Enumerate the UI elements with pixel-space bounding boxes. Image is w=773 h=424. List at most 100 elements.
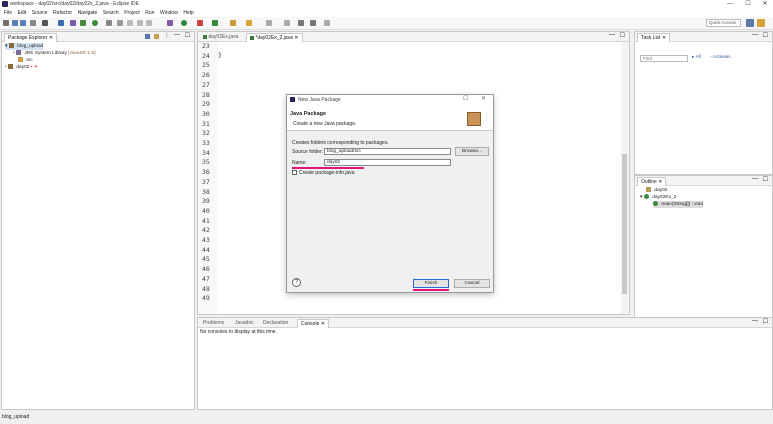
line-number: 48 bbox=[202, 284, 210, 293]
outline-item-package[interactable]: day02 bbox=[646, 187, 667, 194]
dialog-titlebar: New Java Package ☐ ✕ bbox=[287, 95, 493, 105]
maximize-view-icon[interactable]: ☐ bbox=[763, 318, 768, 325]
perspective-icon[interactable] bbox=[746, 19, 754, 27]
name-field[interactable]: day02 bbox=[324, 159, 451, 166]
run-last-icon[interactable] bbox=[181, 20, 187, 26]
code-text[interactable]: } bbox=[218, 51, 222, 59]
tree-item-jre[interactable]: › JRE System Library [JavaSE-1.8] bbox=[13, 50, 96, 57]
toggle-icon[interactable] bbox=[117, 20, 123, 26]
expand-icon[interactable]: ▾ bbox=[5, 43, 8, 49]
window-title: workspace - day02/src/day02/day02x_2.jav… bbox=[10, 1, 139, 7]
prev-annotation-icon[interactable] bbox=[284, 20, 290, 26]
view-menu-icon[interactable]: ⋮ bbox=[164, 32, 170, 39]
tree-item-project[interactable]: ▾ blog_upload bbox=[5, 43, 44, 50]
cancel-button[interactable]: Cancel bbox=[454, 279, 490, 288]
tab-package-explorer[interactable]: Package Explorer ✕ bbox=[4, 33, 58, 42]
menu-refactor[interactable]: Refactor bbox=[53, 9, 72, 17]
debug-skip-icon[interactable] bbox=[70, 20, 76, 26]
task-find-input[interactable]: Find bbox=[640, 55, 688, 62]
forward-icon[interactable] bbox=[310, 20, 316, 26]
java-perspective-icon[interactable] bbox=[757, 19, 765, 27]
menu-navigate[interactable]: Navigate bbox=[78, 9, 98, 17]
tab-task-list[interactable]: Task List ✕ bbox=[637, 33, 671, 42]
outline-item-class[interactable]: ▾ day02Ex_2 bbox=[640, 194, 676, 201]
menu-project[interactable]: Project bbox=[124, 9, 140, 17]
maximize-view-icon[interactable]: ☐ bbox=[763, 176, 768, 183]
package-info-checkbox[interactable] bbox=[292, 170, 297, 175]
run-icon[interactable] bbox=[92, 20, 98, 26]
line-number: 27 bbox=[202, 80, 210, 89]
collapse-icon[interactable]: › bbox=[13, 50, 15, 56]
source-folder-field[interactable]: blog_upload/src bbox=[324, 148, 451, 155]
collapse-icon[interactable]: › bbox=[5, 64, 7, 70]
tab-javadoc[interactable]: Javadoc bbox=[232, 319, 257, 328]
menu-source[interactable]: Source bbox=[32, 9, 48, 17]
eclipse-logo-icon bbox=[2, 1, 8, 7]
maximize-view-icon[interactable]: ☐ bbox=[185, 32, 190, 39]
tree-item-day02[interactable]: › day02 • ✕ bbox=[5, 64, 38, 71]
maximize-view-icon[interactable]: ☐ bbox=[763, 32, 768, 39]
menu-edit[interactable]: Edit bbox=[18, 9, 27, 17]
step-over-icon[interactable] bbox=[137, 20, 143, 26]
minimize-view-icon[interactable]: — bbox=[752, 318, 758, 324]
line-number: 26 bbox=[202, 71, 210, 80]
new-icon[interactable] bbox=[3, 20, 9, 26]
dialog-maximize-button[interactable]: ☐ bbox=[463, 95, 468, 102]
build-icon[interactable] bbox=[42, 20, 48, 26]
pin-icon[interactable] bbox=[324, 20, 330, 26]
task-all-link[interactable]: ▸ All bbox=[692, 55, 701, 60]
save-icon[interactable] bbox=[12, 20, 18, 26]
outline-item-method[interactable]: main(String[]) : void bbox=[653, 201, 703, 208]
editor-scrollbar[interactable] bbox=[621, 42, 629, 314]
close-button[interactable]: ✕ bbox=[757, 0, 773, 9]
tab-outline[interactable]: Outline ✕ bbox=[637, 177, 667, 186]
next-annotation-icon[interactable] bbox=[266, 20, 272, 26]
menu-file[interactable]: File bbox=[4, 9, 12, 17]
browse-button[interactable]: Browse... bbox=[455, 147, 489, 156]
task-activate-link[interactable]: ◦ Activate... bbox=[710, 55, 734, 60]
menu-window[interactable]: Window bbox=[160, 9, 178, 17]
minimize-view-icon[interactable]: — bbox=[752, 176, 758, 182]
tab-console[interactable]: Console ✕ bbox=[297, 319, 329, 328]
step-return-icon[interactable] bbox=[146, 20, 152, 26]
tab-day02ex2[interactable]: *day02Ex_2.java ✕ bbox=[246, 33, 303, 42]
debug-icon[interactable] bbox=[80, 20, 86, 26]
tree-item-src[interactable]: src bbox=[18, 57, 33, 64]
dialog-close-button[interactable]: ✕ bbox=[481, 95, 486, 102]
line-number: 49 bbox=[202, 294, 210, 303]
search-icon[interactable] bbox=[246, 20, 252, 26]
minimize-view-icon[interactable]: — bbox=[174, 32, 180, 38]
line-number: 36 bbox=[202, 168, 210, 177]
expand-icon[interactable]: ▾ bbox=[640, 194, 643, 200]
minimize-view-icon[interactable]: — bbox=[752, 32, 758, 38]
link-editor-icon[interactable] bbox=[154, 34, 159, 39]
tab-day02ex[interactable]: day02Ex.java bbox=[200, 33, 241, 42]
tab-problems[interactable]: Problems bbox=[200, 319, 227, 328]
tab-declaration[interactable]: Declaration bbox=[260, 319, 291, 328]
terminal-icon[interactable] bbox=[58, 20, 64, 26]
step-icon[interactable] bbox=[127, 20, 133, 26]
open-type-icon[interactable] bbox=[230, 20, 236, 26]
new-java-project-icon[interactable] bbox=[197, 20, 203, 26]
minimize-view-icon[interactable]: — bbox=[609, 32, 615, 38]
maximize-button[interactable]: ☐ bbox=[740, 0, 756, 9]
external-tools-icon[interactable] bbox=[167, 20, 173, 26]
help-button[interactable]: ? bbox=[292, 278, 301, 287]
finish-button[interactable]: Finish bbox=[413, 279, 449, 288]
print-icon[interactable] bbox=[30, 20, 36, 26]
coverage-icon[interactable] bbox=[106, 20, 112, 26]
collapse-all-icon[interactable] bbox=[145, 34, 150, 39]
quick-access-input[interactable]: Quick Access bbox=[706, 19, 741, 27]
maximize-view-icon[interactable]: ☐ bbox=[620, 32, 625, 39]
new-package-icon[interactable] bbox=[212, 20, 218, 26]
scroll-thumb[interactable] bbox=[622, 154, 627, 294]
back-icon[interactable] bbox=[298, 20, 304, 26]
menu-help[interactable]: Help bbox=[183, 9, 193, 17]
menu-run[interactable]: Run bbox=[145, 9, 154, 17]
line-number: 37 bbox=[202, 177, 210, 186]
line-number: 25 bbox=[202, 61, 210, 70]
source-folder-icon bbox=[18, 57, 23, 63]
menu-search[interactable]: Search bbox=[103, 9, 119, 17]
minimize-button[interactable]: — bbox=[722, 0, 738, 9]
save-all-icon[interactable] bbox=[20, 20, 26, 26]
